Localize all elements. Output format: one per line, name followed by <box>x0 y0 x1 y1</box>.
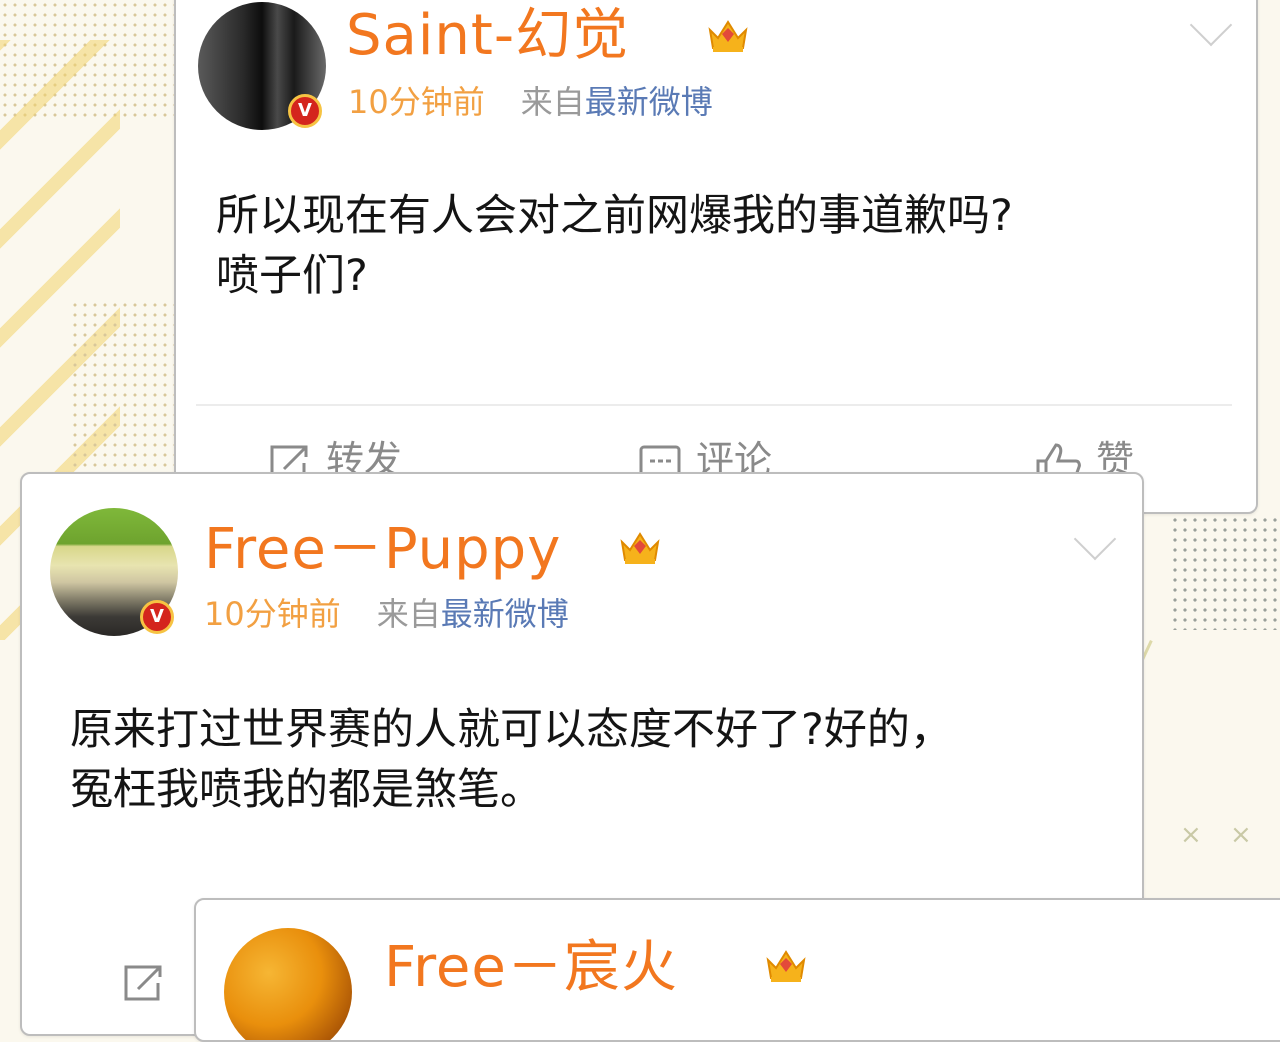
post-text-line: 喷子们? <box>216 251 368 301</box>
post-meta: 10分钟前 来自最新微博 <box>204 594 569 634</box>
post-text-line: 所以现在有人会对之前网爆我的事道歉吗? <box>216 191 1013 241</box>
username[interactable]: Free－Puppy <box>204 518 561 582</box>
chevron-down-icon[interactable] <box>1073 517 1117 561</box>
from-label: 来自 <box>376 595 441 633</box>
dot-pattern-decoration <box>70 300 175 470</box>
cross-decoration: × <box>1230 820 1252 850</box>
username[interactable]: Saint-幻觉 <box>346 4 629 68</box>
verified-icon: V <box>140 600 174 634</box>
weibo-post-card: Free－宸火 <box>194 898 1280 1042</box>
avatar[interactable] <box>224 928 352 1040</box>
post-text-line: 原来打过世界赛的人就可以态度不好了?好的， <box>70 705 953 755</box>
post-text-line: 冤枉我喷我的都是煞笔。 <box>70 765 543 815</box>
username[interactable]: Free－宸火 <box>384 936 678 1000</box>
repost-icon <box>124 965 162 1000</box>
repost-button[interactable] <box>122 958 180 1003</box>
cross-decoration: × <box>1180 820 1202 850</box>
from-label: 来自 <box>520 83 585 121</box>
post-time: 10分钟前 <box>204 595 341 633</box>
chevron-down-icon[interactable] <box>1189 3 1233 47</box>
avatar[interactable]: V <box>50 508 178 636</box>
crown-icon <box>708 20 748 52</box>
dot-pattern-decoration <box>1170 515 1280 630</box>
source-link[interactable]: 最新微博 <box>441 595 569 633</box>
post-meta: 10分钟前 来自最新微博 <box>348 82 713 122</box>
post-text: 所以现在有人会对之前网爆我的事道歉吗? 喷子们? <box>216 186 1013 306</box>
avatar[interactable]: V <box>198 2 326 130</box>
post-time: 10分钟前 <box>348 83 485 121</box>
post-text: 原来打过世界赛的人就可以态度不好了?好的， 冤枉我喷我的都是煞笔。 <box>70 700 953 820</box>
weibo-post-card: V Saint-幻觉 10分钟前 来自最新微博 所以现在有人会对之前网爆我的事道歉… <box>174 0 1258 514</box>
source-link[interactable]: 最新微博 <box>585 83 713 121</box>
crown-icon <box>620 532 660 564</box>
verified-icon: V <box>288 94 322 128</box>
crown-icon <box>766 950 806 982</box>
divider <box>196 404 1232 406</box>
